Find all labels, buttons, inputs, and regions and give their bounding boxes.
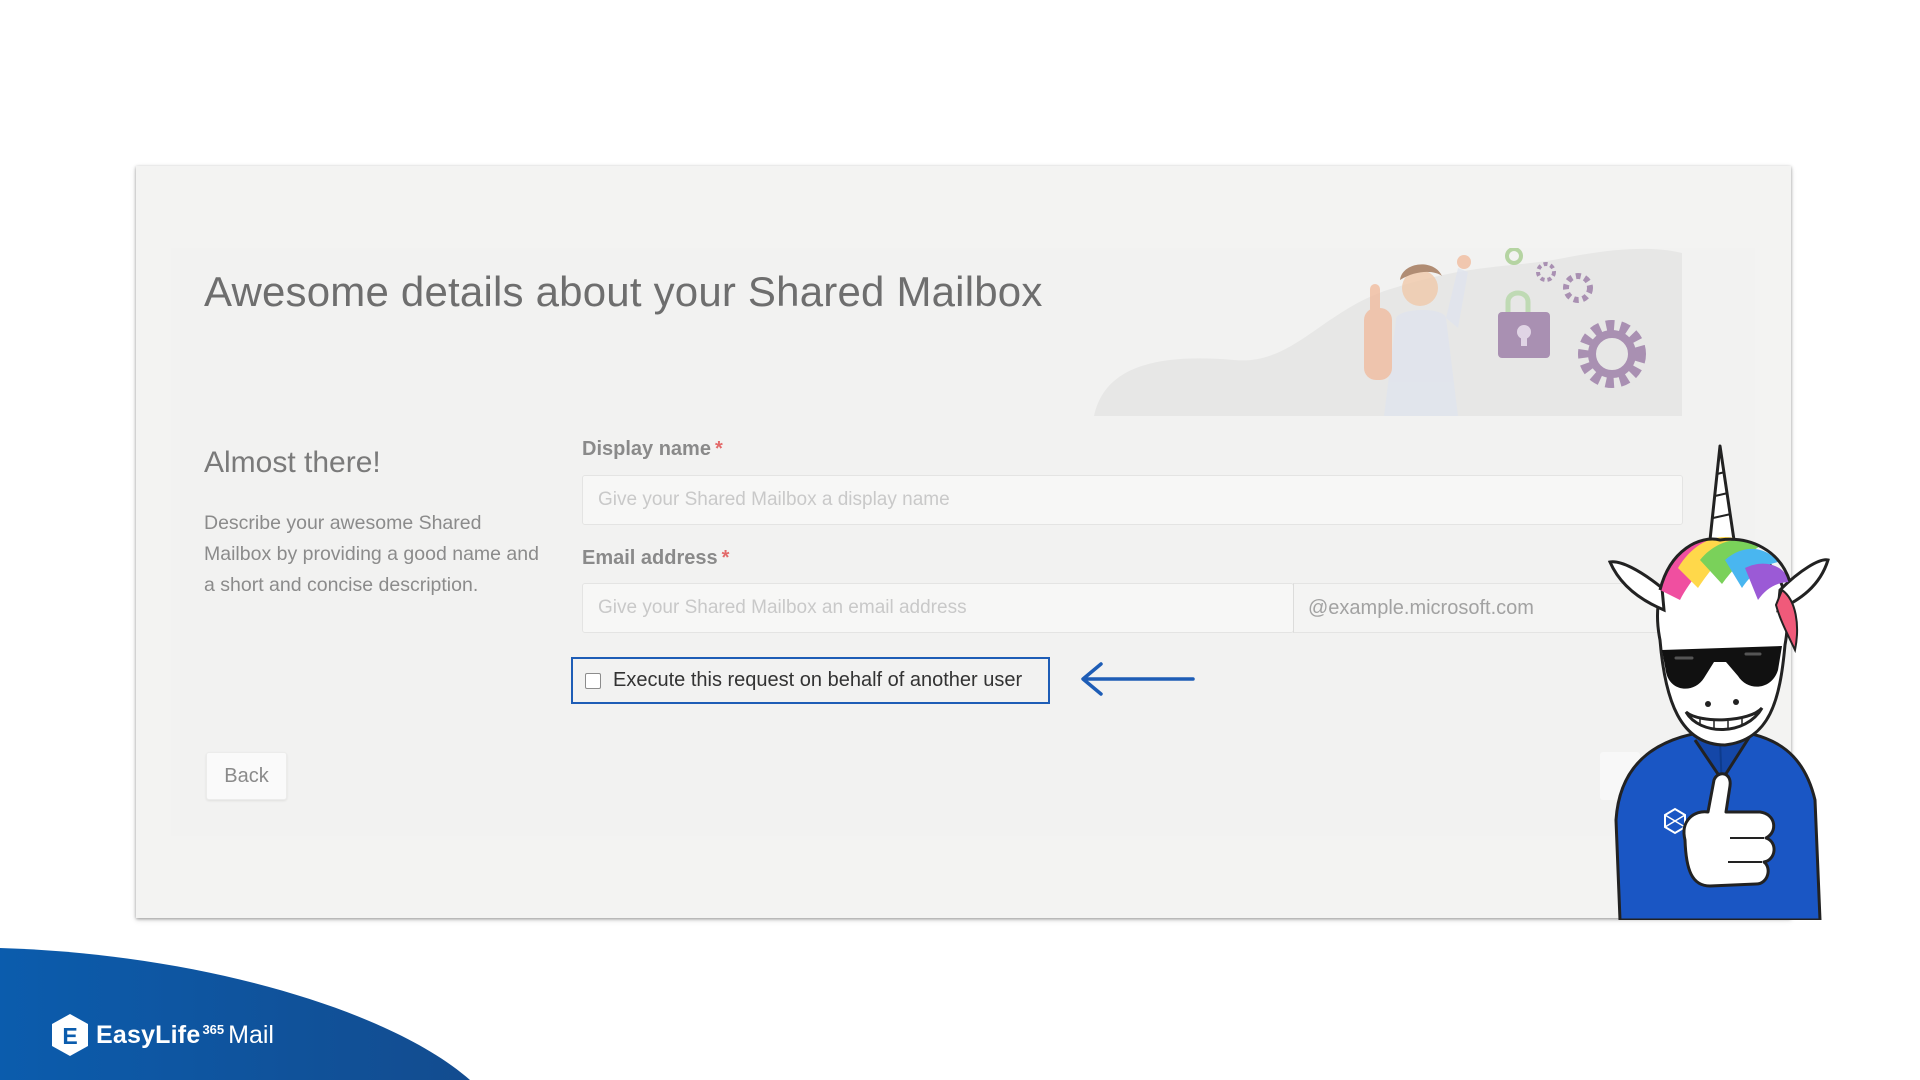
hero-illustration [1094, 248, 1682, 416]
brand-superscript: 365 [202, 1021, 225, 1037]
email-address-label: Email address * [582, 547, 729, 570]
behalf-checkbox[interactable] [585, 672, 601, 689]
arrow-left-icon [1081, 662, 1195, 696]
email-address-input[interactable] [582, 583, 1294, 633]
display-name-label: Display name * [582, 438, 723, 461]
display-name-label-text: Display name [582, 438, 711, 460]
brand-name: EasyLife [96, 1020, 201, 1049]
behalf-checkbox-row[interactable]: Execute this request on behalf of anothe… [571, 657, 1050, 704]
step-heading: Almost there! [204, 446, 381, 479]
email-address-label-text: Email address [582, 547, 718, 569]
required-marker: * [714, 438, 723, 460]
step-description: Describe your awesome Shared Mailbox by … [204, 512, 539, 596]
easylife-hex-logo-icon: E [52, 1014, 88, 1056]
unicorn-mascot [1607, 444, 1830, 920]
page-title: Awesome details about your Shared Mailbo… [204, 268, 1043, 315]
back-button[interactable]: Back [206, 752, 287, 800]
svg-text:E: E [62, 1023, 77, 1049]
behalf-checkbox-label[interactable]: Execute this request on behalf of anothe… [613, 669, 1022, 692]
required-marker: * [721, 547, 730, 569]
display-name-input[interactable] [582, 475, 1683, 525]
brand-product: Mail [228, 1020, 274, 1049]
easylife-brand: E EasyLife 365 Mail [50, 1013, 274, 1057]
footer-brand-band [0, 948, 470, 1080]
